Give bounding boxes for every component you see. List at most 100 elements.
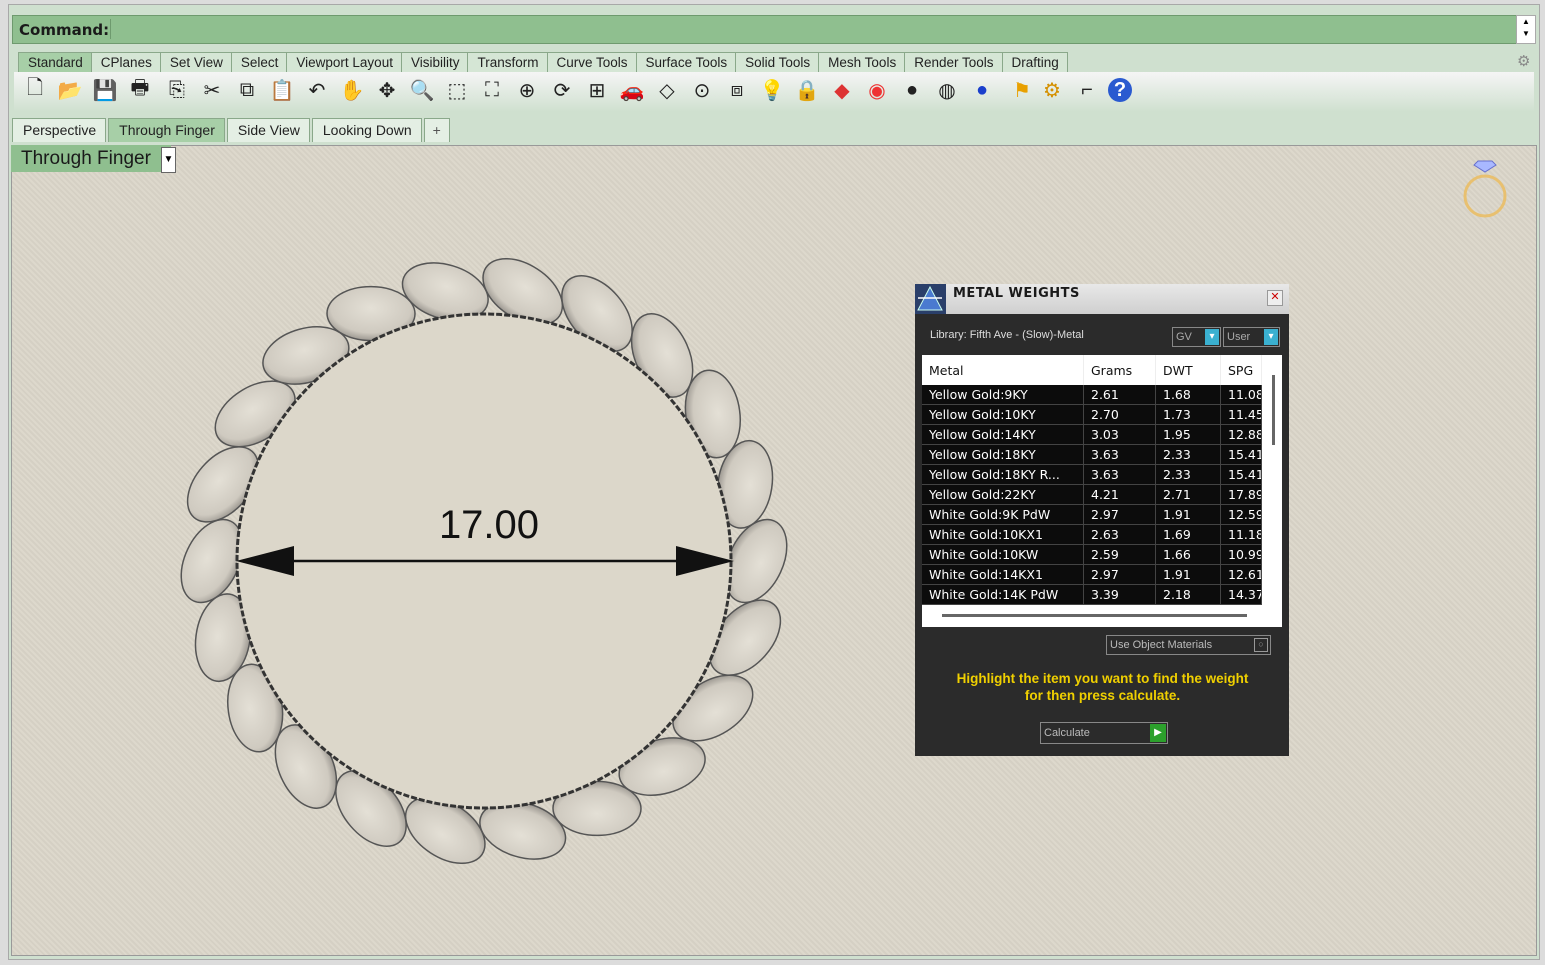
command-separator xyxy=(110,19,111,39)
table-horizontal-scrollbar[interactable] xyxy=(942,614,1247,617)
table-row[interactable]: White Gold:9K PdW 2.97 1.91 12.59 xyxy=(922,504,1262,525)
tab-solid-tools[interactable]: Solid Tools xyxy=(735,52,820,72)
column-header-metal[interactable]: Metal xyxy=(922,355,1084,385)
ring-gizmo-icon[interactable] xyxy=(1463,174,1507,218)
dimension-icon[interactable]: ⌐ xyxy=(1073,75,1101,105)
table-cell: 1.69 xyxy=(1155,524,1221,545)
new-file-icon[interactable]: 🗋 xyxy=(21,75,49,105)
print-icon[interactable]: 🖶 xyxy=(126,75,154,105)
library-label: Library: Fifth Ave - (Slow)-Metal xyxy=(930,329,1084,341)
zoom-extents-icon[interactable]: ⛶ xyxy=(478,75,506,105)
table-cell: 11.08 xyxy=(1220,385,1262,405)
flag-icon[interactable]: ⚑ xyxy=(1008,75,1036,105)
table-row[interactable]: Yellow Gold:18KY 3.63 2.33 15.41 xyxy=(922,444,1262,465)
cut-icon[interactable]: ✂ xyxy=(198,75,226,105)
tab-cplanes[interactable]: CPlanes xyxy=(90,52,161,72)
user-select[interactable]: User ▾ xyxy=(1223,327,1280,347)
zoom-in-icon[interactable]: 🔍 xyxy=(408,75,436,105)
rotate-view-icon[interactable]: ⟳ xyxy=(548,75,576,105)
table-cell: 11.45 xyxy=(1220,404,1262,425)
color-wheel-icon[interactable]: ◉ xyxy=(863,75,891,105)
save-icon[interactable]: 💾 xyxy=(91,75,119,105)
gem-icon xyxy=(1473,160,1497,173)
table-cell: Yellow Gold:18KY R... xyxy=(922,464,1084,485)
viewport-tab-perspective[interactable]: Perspective xyxy=(12,118,107,142)
layers-icon[interactable]: ⧈ xyxy=(723,75,751,105)
blocks-icon[interactable]: ◇ xyxy=(653,75,681,105)
undo-icon[interactable]: ↶ xyxy=(303,75,331,105)
use-object-materials-label: Use Object Materials xyxy=(1110,639,1213,651)
table-cell: 14.37 xyxy=(1220,584,1262,605)
column-header-spg[interactable]: SPG xyxy=(1220,355,1262,385)
table-cell: 10.99 xyxy=(1220,544,1262,565)
table-vertical-scrollbar[interactable] xyxy=(1272,375,1275,445)
use-object-materials-checkbox[interactable]: Use Object Materials ○ xyxy=(1106,635,1271,655)
viewport-title[interactable]: Through Finger xyxy=(11,145,171,172)
table-row[interactable]: Yellow Gold:18KY R... 3.63 2.33 15.41 xyxy=(922,464,1262,485)
tab-surface-tools[interactable]: Surface Tools xyxy=(635,52,737,72)
table-cell: White Gold:14K PdW xyxy=(922,584,1084,605)
sphere-wire-icon[interactable]: ◍ xyxy=(933,75,961,105)
gear-icon[interactable]: ⚙ xyxy=(1517,52,1533,70)
table-row[interactable]: White Gold:10KX1 2.63 1.69 11.18 xyxy=(922,524,1262,545)
tab-set-view[interactable]: Set View xyxy=(159,52,232,72)
user-select-value: User xyxy=(1227,331,1251,343)
viewport-tabs: Perspective Through Finger Side View Lookin… xyxy=(12,118,452,142)
table-cell: Yellow Gold:22KY xyxy=(922,484,1084,505)
table-row[interactable]: White Gold:14K PdW 3.39 2.18 14.37 xyxy=(922,584,1262,605)
column-header-grams[interactable]: Grams xyxy=(1083,355,1156,385)
table-row[interactable]: White Gold:10KW 2.59 1.66 10.99 xyxy=(922,544,1262,565)
panel-header[interactable]: METAL WEIGHTS ✕ xyxy=(915,284,1289,314)
viewport-menu-dropdown[interactable]: ▼ xyxy=(161,147,176,173)
blue-sphere-icon[interactable]: ● xyxy=(968,75,996,105)
calculate-button[interactable]: Calculate ▶ xyxy=(1040,722,1168,744)
tab-select[interactable]: Select xyxy=(230,52,288,72)
close-icon[interactable]: ✕ xyxy=(1267,290,1283,306)
target-icon[interactable]: ⊙ xyxy=(688,75,716,105)
light-bulb-icon[interactable]: 💡 xyxy=(758,75,786,105)
table-row[interactable]: White Gold:14KX1 2.97 1.91 12.61 xyxy=(922,564,1262,585)
table-row[interactable]: Yellow Gold:14KY 3.03 1.95 12.88 xyxy=(922,424,1262,445)
panel-title: METAL WEIGHTS xyxy=(953,286,1080,301)
column-header-dwt[interactable]: DWT xyxy=(1155,355,1221,385)
tab-curve-tools[interactable]: Curve Tools xyxy=(546,52,637,72)
table-row[interactable]: Yellow Gold:10KY 2.70 1.73 11.45 xyxy=(922,404,1262,425)
tab-render-tools[interactable]: Render Tools xyxy=(904,52,1003,72)
car-render-icon[interactable]: 🚗 xyxy=(618,75,646,105)
viewport[interactable]: 17.00 xyxy=(11,145,1537,956)
tab-viewport-layout[interactable]: Viewport Layout xyxy=(286,52,402,72)
command-history-spinner[interactable]: ▲ ▼ xyxy=(1516,15,1536,44)
table-row[interactable]: Yellow Gold:22KY 4.21 2.71 17.89 xyxy=(922,484,1262,505)
paste-icon[interactable]: 📋 xyxy=(268,75,296,105)
viewport-tab-looking-down[interactable]: Looking Down xyxy=(311,118,422,142)
tab-standard[interactable]: Standard xyxy=(18,52,92,72)
table-cell: 3.63 xyxy=(1083,464,1156,485)
four-viewports-icon[interactable]: ⊞ xyxy=(583,75,611,105)
zoom-window-icon[interactable]: ⬚ xyxy=(443,75,471,105)
gear-settings-icon[interactable]: ⚙ xyxy=(1038,75,1066,105)
tab-mesh-tools[interactable]: Mesh Tools xyxy=(818,52,906,72)
viewport-tab-side-view[interactable]: Side View xyxy=(226,118,310,142)
tab-transform[interactable]: Transform xyxy=(467,52,548,72)
viewport-tab-through-finger[interactable]: Through Finger xyxy=(108,118,225,142)
table-cell: 2.59 xyxy=(1083,544,1156,565)
move-icon[interactable]: ✥ xyxy=(373,75,401,105)
gv-select[interactable]: GV ▾ xyxy=(1172,327,1221,347)
table-row[interactable]: Yellow Gold:9KY 2.61 1.68 11.08 xyxy=(922,385,1262,405)
import-icon[interactable]: ⎘ xyxy=(163,75,191,105)
help-icon[interactable]: ? xyxy=(1108,78,1132,102)
zoom-selected-icon[interactable]: ⊕ xyxy=(513,75,541,105)
table-cell: 12.88 xyxy=(1220,424,1262,445)
copy-icon[interactable]: ⧉ xyxy=(233,75,261,105)
paint-bucket-icon[interactable]: ◆ xyxy=(828,75,856,105)
tab-drafting[interactable]: Drafting xyxy=(1001,52,1068,72)
tab-visibility[interactable]: Visibility xyxy=(400,52,469,72)
table-cell: Yellow Gold:9KY xyxy=(922,385,1084,405)
pan-hand-icon[interactable]: ✋ xyxy=(338,75,366,105)
command-input[interactable] xyxy=(113,18,1512,42)
sphere-shaded-icon[interactable]: ● xyxy=(898,75,926,105)
lock-icon[interactable]: 🔒 xyxy=(793,75,821,105)
open-folder-icon[interactable]: 📂 xyxy=(56,75,84,105)
table-cell: White Gold:14KX1 xyxy=(922,564,1084,585)
add-viewport-tab-button[interactable]: + xyxy=(423,118,450,142)
